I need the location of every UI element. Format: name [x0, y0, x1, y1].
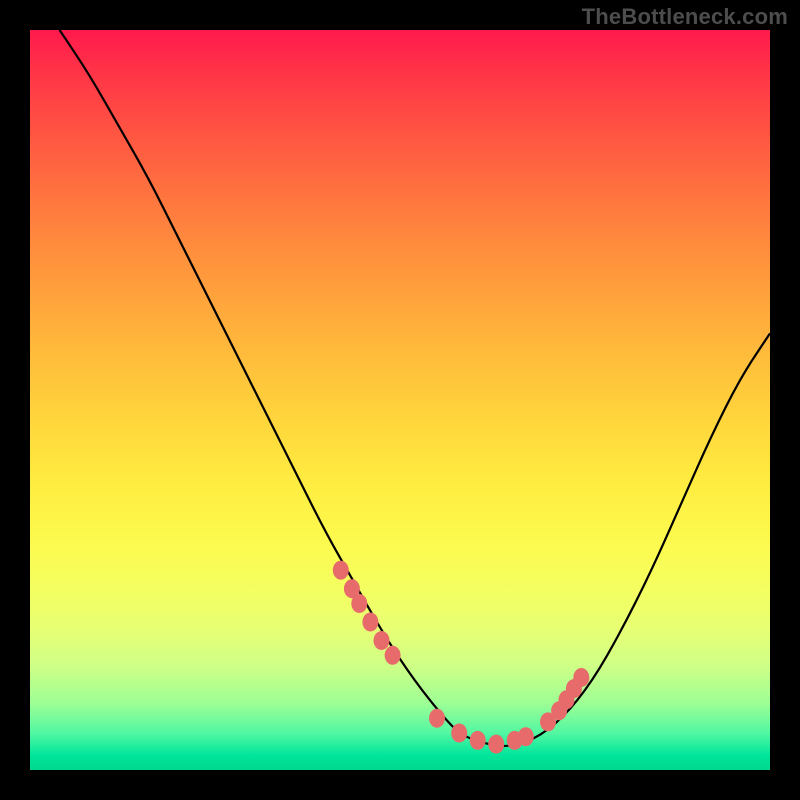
chart-point [385, 646, 401, 665]
chart-point [362, 613, 378, 632]
chart-point [333, 561, 349, 580]
chart-point [451, 724, 467, 743]
chart-point [374, 631, 390, 650]
chart-point [573, 668, 589, 687]
chart-curve [60, 30, 770, 746]
chart-point [518, 727, 534, 746]
chart-point [470, 731, 486, 750]
chart-point [488, 735, 504, 754]
chart-highlight-points [333, 561, 590, 754]
chart-point [351, 594, 367, 613]
chart-plot-area [30, 30, 770, 770]
chart-point [429, 709, 445, 728]
chart-svg [30, 30, 770, 770]
watermark-text: TheBottleneck.com [582, 4, 788, 30]
